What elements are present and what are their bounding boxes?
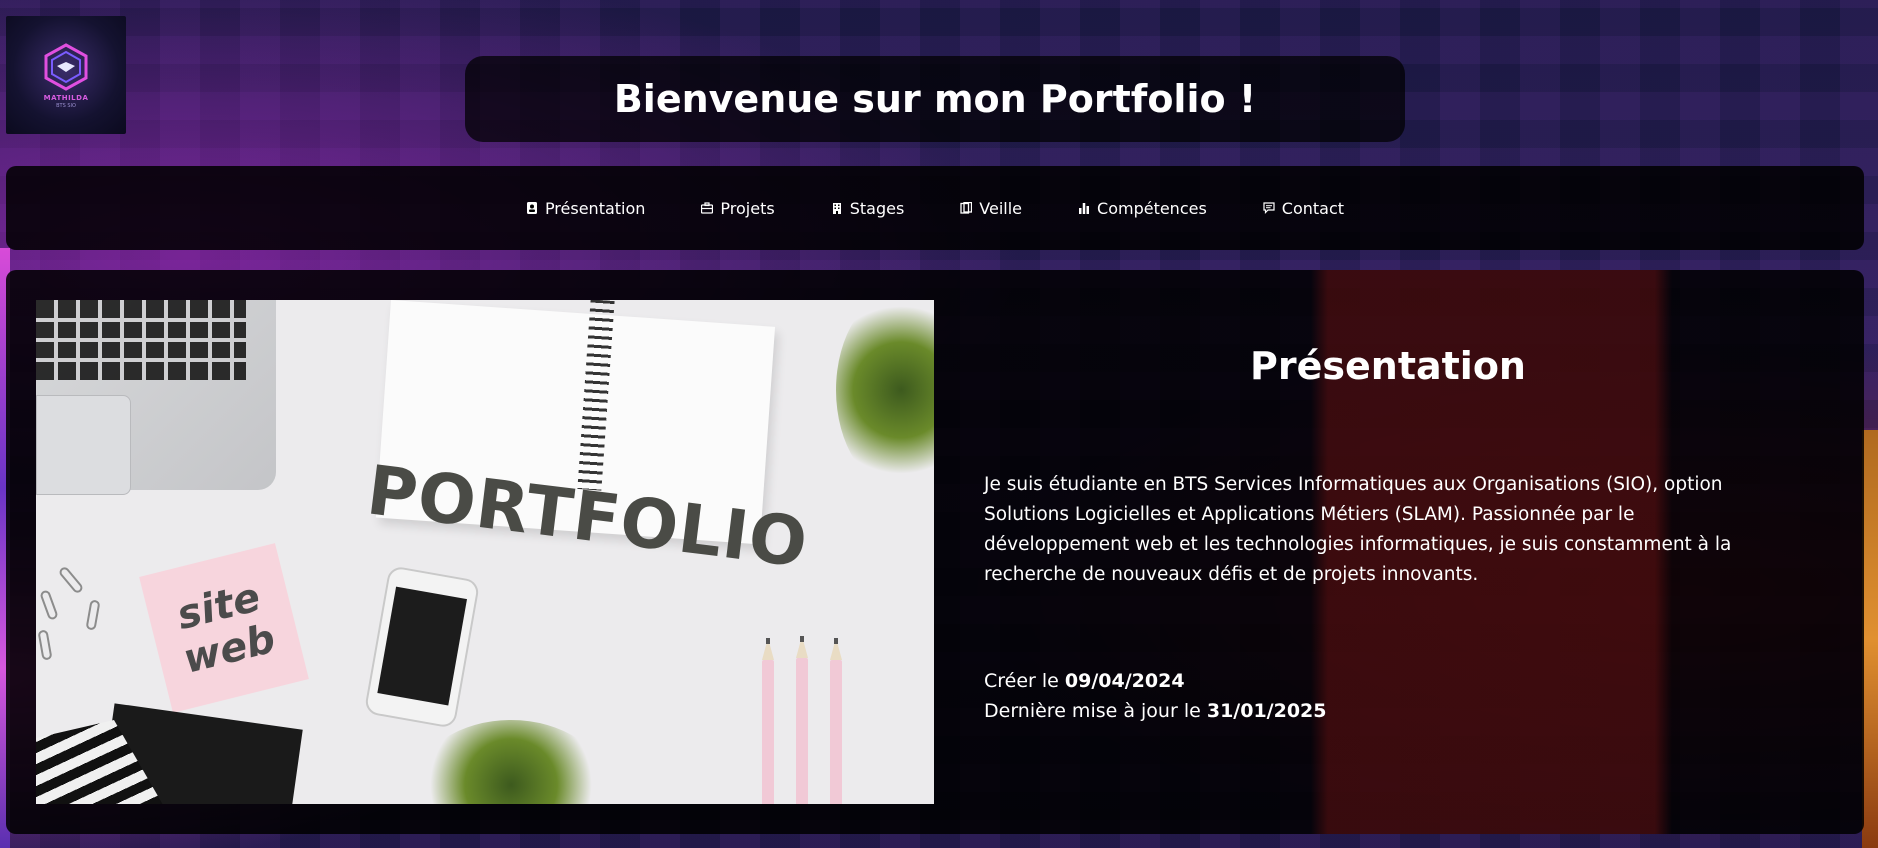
pencil-illustration (762, 638, 774, 804)
nav-item-projets[interactable]: Projets (701, 198, 775, 218)
phone-screen (377, 586, 468, 706)
dates-block: Créer le 09/04/2024 Dernière mise à jour… (984, 666, 1684, 726)
nav-item-stages[interactable]: Stages (831, 198, 905, 218)
sticky-note: site web (139, 543, 309, 713)
hexagon-emblem-icon (44, 42, 88, 91)
plant-illustration (416, 720, 606, 804)
laptop-illustration (36, 300, 276, 495)
site-logo[interactable]: MATHILDA BTS SIO (6, 16, 126, 134)
plant-illustration (836, 300, 934, 490)
nav-item-veille[interactable]: Veille (960, 199, 1022, 218)
person-badge-icon (526, 202, 537, 214)
paperclip-icon (37, 629, 53, 661)
paperclip-icon (85, 599, 101, 631)
logo-name: MATHILDA (43, 93, 89, 102)
presentation-description: Je suis étudiante en BTS Services Inform… (984, 474, 1732, 585)
created-label: Créer le (984, 670, 1065, 692)
created-date: 09/04/2024 (1064, 670, 1185, 692)
nav-label: Veille (979, 198, 1023, 218)
nav-label: Présentation (544, 198, 646, 218)
pencil-illustration (830, 638, 842, 804)
bar-chart-icon (1079, 203, 1090, 214)
created-line: Créer le 09/04/2024 (984, 666, 1684, 696)
updated-label: Dernière mise à jour le (984, 700, 1207, 722)
paperclip-icon (39, 589, 59, 621)
presentation-section: PORTFOLIO site web Présentation Je suis … (6, 270, 1864, 834)
book-icon (960, 202, 973, 214)
section-heading: Présentation (1250, 344, 1526, 388)
keyboard-illustration (36, 300, 246, 380)
chat-icon (1263, 202, 1275, 214)
keyboard-row (36, 338, 246, 342)
updated-date: 31/01/2025 (1206, 700, 1327, 722)
nav-label: Stages (849, 198, 905, 218)
page-title-box: Bienvenue sur mon Portfolio ! (465, 56, 1405, 142)
keyboard-row (36, 358, 246, 362)
page-title: Bienvenue sur mon Portfolio ! (613, 77, 1257, 121)
nav-label: Contact (1281, 198, 1345, 218)
trackpad-illustration (36, 395, 131, 495)
phone-illustration (363, 565, 481, 729)
main-nav: Présentation Projets Stages Veille Compé… (6, 166, 1864, 250)
nav-item-presentation[interactable]: Présentation (526, 199, 645, 218)
nav-item-contact[interactable]: Contact (1263, 199, 1344, 218)
keyboard-row (36, 318, 246, 322)
building-icon (832, 203, 841, 214)
pencil-illustration (796, 636, 808, 804)
nav-label: Compétences (1097, 198, 1207, 218)
background-decoration-right (1862, 430, 1878, 848)
nav-item-competences[interactable]: Compétences (1078, 199, 1207, 218)
nav-label: Projets (720, 198, 775, 218)
briefcase-icon (701, 202, 714, 214)
hero-image: PORTFOLIO site web (36, 300, 934, 804)
updated-line: Dernière mise à jour le 31/01/2025 (984, 696, 1684, 726)
presentation-info: Présentation Je suis étudiante en BTS Se… (984, 270, 1844, 834)
paperclip-icon (57, 565, 85, 595)
logo-subtitle: BTS SIO (56, 102, 76, 109)
